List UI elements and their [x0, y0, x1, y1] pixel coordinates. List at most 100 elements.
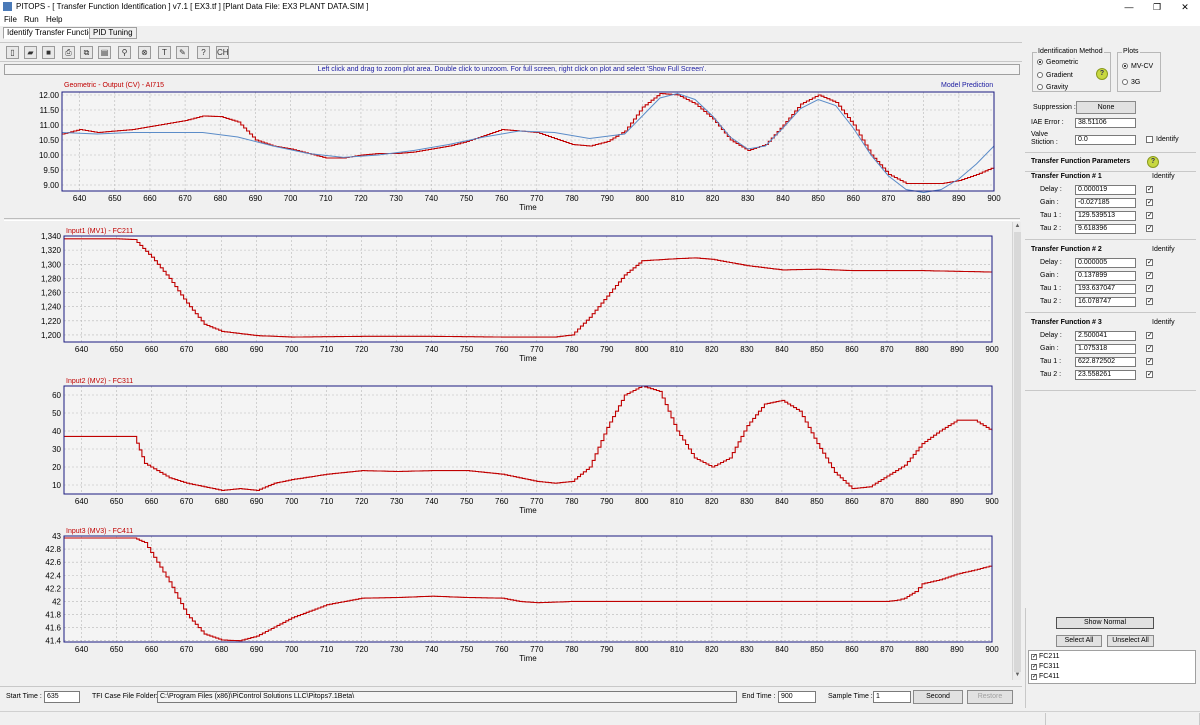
show-normal-button[interactable]: Show Normal — [1056, 617, 1154, 629]
chart-svg[interactable]: 640 650 660 670 680 690 700 710 720 730 740 750 760 7… — [4, 376, 1010, 520]
tag-item-fc311[interactable]: ✓ FC311 — [1031, 663, 1060, 670]
close-button[interactable]: ✕ — [1171, 0, 1199, 14]
select-all-button[interactable]: Select All — [1056, 635, 1102, 647]
tf-param-field[interactable]: 622.872502 — [1075, 357, 1136, 367]
stop-icon[interactable]: ⊗ — [138, 46, 151, 59]
tf-param-identify-checkbox[interactable]: ✓ — [1146, 298, 1153, 305]
help-icon[interactable]: ? — [1096, 68, 1108, 80]
method-gradient-radio[interactable]: Gradient — [1037, 72, 1073, 79]
tf-param-label: Tau 1 : — [1040, 212, 1062, 219]
output-cv-chart[interactable]: Geometric - Output (CV) - AI715 Model Pr… — [4, 80, 1020, 216]
tag-item-fc411[interactable]: ✓ FC411 — [1031, 673, 1060, 680]
minimize-button[interactable]: — — [1115, 0, 1143, 14]
zoom-icon[interactable]: ⚲ — [118, 46, 131, 59]
pen-icon[interactable]: ✎ — [176, 46, 189, 59]
tf-param-identify-checkbox[interactable]: ✓ — [1146, 371, 1153, 378]
bottom-bar: Start Time : 635 TFI Case File Folder: C… — [0, 686, 1022, 708]
x-tick-label: 730 — [390, 497, 404, 506]
tf-param-field[interactable]: 23.558261 — [1075, 370, 1136, 380]
tf-param-field[interactable]: 0.000005 — [1075, 258, 1136, 268]
chart-svg[interactable]: 640 650 660 670 680 690 700 710 720 730 740 750 760 7… — [4, 80, 1020, 216]
x-tick-label: 670 — [180, 345, 194, 354]
iae-error-field[interactable]: 38.51106 — [1075, 118, 1136, 128]
x-tick-label: 700 — [285, 345, 299, 354]
ch-icon[interactable]: CH — [216, 46, 229, 59]
tf-param-field[interactable]: 1.075318 — [1075, 344, 1136, 354]
unselect-all-button[interactable]: Unselect All — [1107, 635, 1154, 647]
identification-method-label: Identification Method — [1037, 48, 1104, 55]
tf-param-identify-checkbox[interactable]: ✓ — [1146, 259, 1153, 266]
tf-param-field[interactable]: 16.078747 — [1075, 297, 1136, 307]
tf-param-identify-checkbox[interactable]: ✓ — [1146, 212, 1153, 219]
tf-param-identify-checkbox[interactable]: ✓ — [1146, 186, 1153, 193]
tf-param-identify-checkbox[interactable]: ✓ — [1146, 225, 1153, 232]
x-axis-label: Time — [519, 506, 537, 515]
menu-file[interactable]: File — [4, 15, 17, 24]
tf-param-identify-checkbox[interactable]: ✓ — [1146, 199, 1153, 206]
tf-param-field[interactable]: 0.000019 — [1075, 185, 1136, 195]
mv3-chart[interactable]: Input3 (MV3) - FC411 640 650 660 670 680 690 7… — [4, 526, 1010, 668]
help-icon[interactable]: ? — [197, 46, 210, 59]
save-icon[interactable]: ■ — [42, 46, 55, 59]
folder-field[interactable]: C:\Program Files (x86)\PiControl Solutio… — [157, 691, 737, 703]
tf-parameters-title: Transfer Function Parameters — [1031, 158, 1131, 165]
tf-param-identify-checkbox[interactable]: ✓ — [1146, 285, 1153, 292]
tag-checkbox[interactable]: ✓ — [1031, 674, 1037, 680]
y-tick-label: 40 — [52, 427, 61, 436]
chart-icon[interactable]: ▤ — [98, 46, 111, 59]
menu-help[interactable]: Help — [46, 15, 62, 24]
tf-param-identify-checkbox[interactable]: ✓ — [1146, 332, 1153, 339]
valve-stiction-field[interactable]: 0.0 — [1075, 135, 1136, 145]
tf-param-field[interactable]: -0.027185 — [1075, 198, 1136, 208]
x-tick-label: 830 — [741, 194, 755, 203]
tf-3-identify-header: Identify — [1152, 319, 1175, 326]
tag-checkbox[interactable]: ✓ — [1031, 664, 1037, 670]
help-icon[interactable]: ? — [1147, 156, 1159, 168]
sample-time-field[interactable]: 1 — [873, 691, 911, 703]
divider — [1025, 608, 1026, 708]
time-unit-button[interactable]: Second — [913, 690, 963, 704]
identification-method-group: Identification Method Geometric Gradient… — [1032, 48, 1111, 92]
end-time-field[interactable]: 900 — [778, 691, 816, 703]
restore-button[interactable]: ❐ — [1143, 0, 1171, 14]
menu-run[interactable]: Run — [24, 15, 39, 24]
new-file-icon[interactable]: ▯ — [6, 46, 19, 59]
splitter[interactable] — [4, 218, 1020, 221]
text-icon[interactable]: T — [158, 46, 171, 59]
tf-param-field[interactable]: 129.539513 — [1075, 211, 1136, 221]
tf-param-field[interactable]: 193.637047 — [1075, 284, 1136, 294]
plot-3g-radio[interactable]: 3G — [1122, 79, 1140, 86]
valve-identify-checkbox[interactable] — [1146, 136, 1153, 143]
mv2-chart[interactable]: Input2 (MV2) - FC311 640 650 660 670 680 690 7… — [4, 376, 1010, 520]
plot-mv-cv-label: MV-CV — [1131, 63, 1154, 70]
x-tick-label: 860 — [845, 645, 859, 654]
tab-pid-tuning[interactable]: PID Tuning — [89, 27, 137, 39]
suppression-button[interactable]: None — [1076, 101, 1136, 114]
mv1-chart[interactable]: Input1 (MV1) - FC211 640 650 660 670 680 690 7… — [4, 226, 1010, 368]
method-gravity-radio[interactable]: Gravity — [1037, 84, 1068, 91]
vertical-scrollbar[interactable]: ▲ ▼ — [1012, 222, 1021, 680]
tag-item-fc211[interactable]: ✓ FC211 — [1031, 653, 1060, 660]
print-icon[interactable]: ⎙ — [62, 46, 75, 59]
scroll-up-icon[interactable]: ▲ — [1013, 222, 1022, 231]
copy-icon[interactable]: ⧉ — [80, 46, 93, 59]
chart-svg[interactable]: 640 650 660 670 680 690 700 710 720 730 740 750 760 7… — [4, 226, 1010, 368]
tf-param-field[interactable]: 0.137899 — [1075, 271, 1136, 281]
restore-button[interactable]: Restore — [967, 690, 1013, 704]
scroll-down-icon[interactable]: ▼ — [1013, 671, 1022, 680]
method-geometric-label: Geometric — [1046, 59, 1079, 66]
tf-param-label: Delay : — [1040, 186, 1062, 193]
plot-mv-cv-radio[interactable]: MV-CV — [1122, 63, 1153, 70]
tag-checkbox[interactable]: ✓ — [1031, 654, 1037, 660]
start-time-field[interactable]: 635 — [44, 691, 80, 703]
tf-param-field[interactable]: 9.618396 — [1075, 224, 1136, 234]
tf-param-identify-checkbox[interactable]: ✓ — [1146, 345, 1153, 352]
scroll-thumb[interactable] — [1014, 232, 1021, 672]
x-tick-label: 750 — [460, 194, 474, 203]
tf-param-identify-checkbox[interactable]: ✓ — [1146, 358, 1153, 365]
open-folder-icon[interactable]: ▰ — [24, 46, 37, 59]
tf-param-identify-checkbox[interactable]: ✓ — [1146, 272, 1153, 279]
method-geometric-radio[interactable]: Geometric — [1037, 59, 1078, 66]
tf-param-field[interactable]: 2.500041 — [1075, 331, 1136, 341]
chart-svg[interactable]: 640 650 660 670 680 690 700 710 720 730 740 750 760 7… — [4, 526, 1010, 668]
